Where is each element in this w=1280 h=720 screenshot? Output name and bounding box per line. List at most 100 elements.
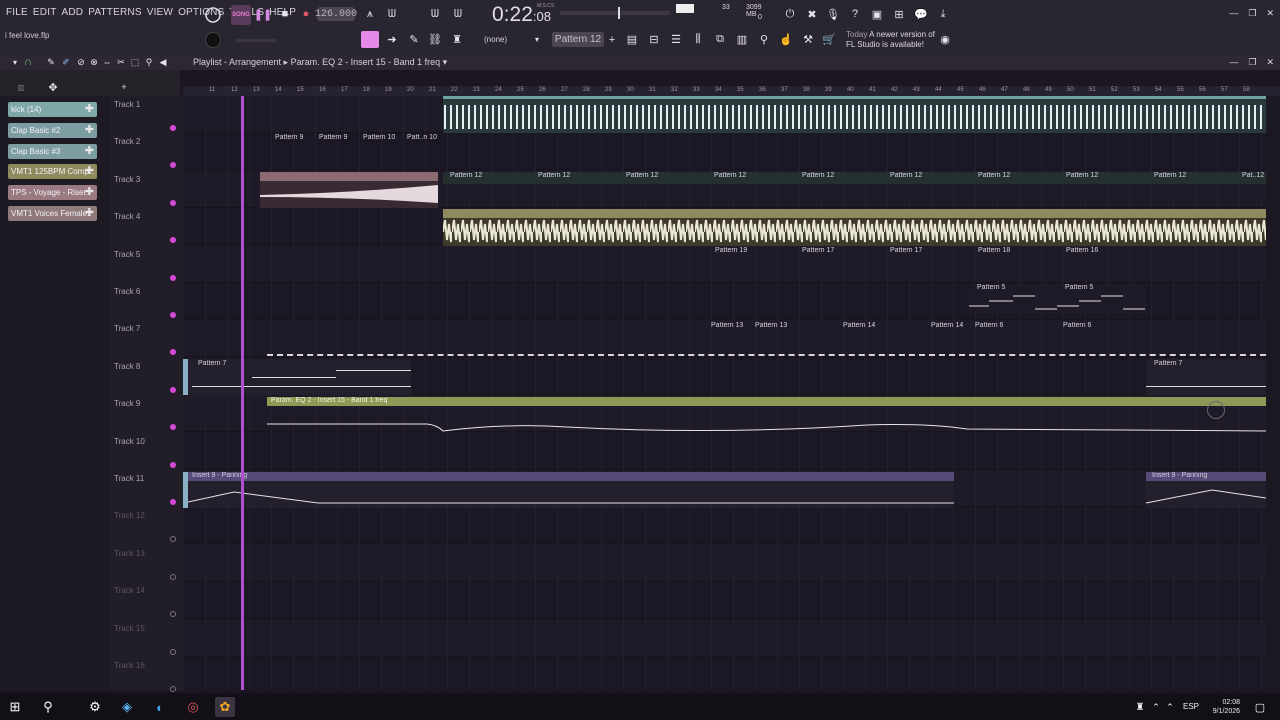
- paint-tool-icon[interactable]: ✐: [60, 56, 72, 68]
- clip-pattern7-b[interactable]: Pattern 7: [1146, 359, 1266, 395]
- draw-tool-icon[interactable]: ✎: [45, 56, 57, 68]
- track-label[interactable]: Track 9: [114, 399, 140, 408]
- playlist-minimize-icon[interactable]: —: [1229, 57, 1238, 68]
- track-label[interactable]: Track 2: [114, 137, 140, 146]
- track2-clips[interactable]: Pattern 9 Pattern 9 Pattern 10 Patt..n 1…: [267, 134, 1266, 146]
- master-pitch-slider[interactable]: [236, 39, 276, 42]
- track-mute-dot[interactable]: [170, 536, 176, 543]
- track-mute-dot[interactable]: [170, 461, 176, 468]
- channel-rack-icon[interactable]: ⊟: [647, 32, 661, 47]
- windows-start-icon[interactable]: ⊞: [5, 697, 25, 717]
- mute-tool-icon[interactable]: ⊗: [88, 56, 100, 68]
- track-label[interactable]: Track 4: [114, 212, 140, 221]
- search-icon[interactable]: ⚲: [38, 697, 58, 717]
- notifications-icon[interactable]: ▢: [1250, 697, 1270, 717]
- track-lane[interactable]: [183, 544, 1266, 582]
- edge-icon[interactable]: ◐: [150, 697, 170, 717]
- track3-pattern-clips[interactable]: Pattern 12 Pattern 12 Pattern 12 Pattern…: [443, 172, 1266, 184]
- track7-clips[interactable]: Pattern 13 Pattern 13 Pattern 14 Pattern…: [267, 322, 1266, 334]
- track-lane[interactable]: [183, 657, 1266, 690]
- track-lane[interactable]: [183, 507, 1266, 545]
- track-lane[interactable]: [183, 582, 1266, 620]
- countdown-icon[interactable]: ᗯ: [426, 5, 444, 23]
- mixer-view-icon[interactable]: ⫼: [691, 32, 705, 47]
- magnet-icon[interactable]: ∩: [22, 56, 34, 68]
- arrow-right-icon[interactable]: ➜: [385, 32, 399, 47]
- track-label[interactable]: Track 6: [114, 287, 140, 296]
- minimize-icon[interactable]: —: [1229, 8, 1238, 19]
- track-mute-dot[interactable]: [170, 499, 176, 505]
- add-icon[interactable]: ✚: [85, 206, 94, 219]
- track-mute-dot[interactable]: [170, 424, 176, 431]
- track5-clips[interactable]: Pattern 19 Pattern 17 Pattern 17 Pattern…: [619, 247, 1266, 259]
- stop-icon[interactable]: ■: [278, 6, 292, 22]
- add-icon[interactable]: ✚: [85, 185, 94, 198]
- track-mute-dot[interactable]: [170, 274, 176, 281]
- add-icon[interactable]: ✚: [85, 102, 94, 115]
- add-track-icon[interactable]: +: [118, 82, 130, 92]
- settings-icon[interactable]: ⚙: [85, 697, 105, 717]
- track-label[interactable]: Track 16: [114, 661, 145, 670]
- track-mute-dot[interactable]: [170, 237, 176, 244]
- playback-tool-icon[interactable]: ◀: [157, 56, 169, 68]
- add-pattern-icon[interactable]: +: [606, 32, 618, 47]
- channel-clip-2[interactable]: Clap Basic #3 ✚: [8, 144, 97, 159]
- slice-tool-icon[interactable]: ✂: [115, 56, 127, 68]
- playlist-breadcrumb[interactable]: Param. EQ 2 - Insert 15 - Band 1 freq: [291, 57, 441, 67]
- track-label[interactable]: Track 8: [114, 362, 140, 371]
- track-label[interactable]: Track 12: [114, 511, 145, 520]
- pencil-icon[interactable]: ✎: [407, 32, 421, 47]
- track-label[interactable]: Track 7: [114, 324, 140, 333]
- track-label[interactable]: Track 13: [114, 549, 145, 558]
- language-indicator[interactable]: ESP: [1183, 702, 1199, 711]
- track-lane[interactable]: [183, 433, 1266, 470]
- steam-icon[interactable]: ◈: [117, 697, 137, 717]
- shop-icon[interactable]: 🛒: [822, 32, 836, 47]
- menu-edit[interactable]: EDIT: [33, 7, 57, 18]
- move-icon[interactable]: ✥: [46, 81, 60, 94]
- fl-logo-icon[interactable]: ◉: [938, 32, 952, 47]
- track-label[interactable]: Track 10: [114, 437, 145, 446]
- update-notice[interactable]: Today A newer version of FL Studio is av…: [846, 30, 935, 50]
- menu-file[interactable]: FILE: [6, 7, 28, 18]
- metronome-icon[interactable]: ⩚: [362, 5, 378, 23]
- track-mute-dot[interactable]: [170, 686, 176, 692]
- track6-clips[interactable]: Pattern 5 Pattern 5: [969, 284, 1146, 314]
- wait-input-icon[interactable]: ᗯ: [383, 5, 401, 23]
- clip-kick[interactable]: [443, 96, 1266, 133]
- plugin-picker-icon[interactable]: ⚲: [757, 32, 771, 47]
- playlist-icon[interactable]: ▤: [625, 32, 639, 47]
- track-lane[interactable]: [183, 619, 1266, 657]
- pause-icon[interactable]: ❚❚: [254, 6, 272, 22]
- playlist-options-icon[interactable]: ▾: [10, 56, 20, 68]
- pat-song-toggle[interactable]: SONG: [231, 5, 251, 25]
- track-label[interactable]: Track 11: [114, 474, 144, 483]
- download-icon[interactable]: ⤓: [935, 5, 951, 23]
- main-pitch-knob[interactable]: [205, 32, 221, 48]
- chat-icon[interactable]: 💬: [913, 5, 929, 23]
- zoom-tool-icon[interactable]: ⚲: [143, 56, 155, 68]
- tempo-display[interactable]: 126.000: [315, 7, 357, 21]
- delete-tool-icon[interactable]: ⊘: [75, 56, 87, 68]
- track-mute-dot[interactable]: [170, 125, 176, 131]
- channel-clip-4[interactable]: TPS - Voyage - Riser.. ✚: [8, 185, 97, 200]
- plugin-db-icon[interactable]: ▥: [735, 32, 749, 47]
- power-icon[interactable]: ⏻: [782, 5, 798, 23]
- add-icon[interactable]: ✚: [85, 144, 94, 157]
- chrome-icon[interactable]: ◎: [183, 697, 203, 717]
- fl-studio-taskbar-icon[interactable]: ✿: [215, 697, 235, 717]
- mixer-icon[interactable]: ⊞: [891, 5, 907, 23]
- track-mute-dot[interactable]: [170, 162, 176, 169]
- add-icon[interactable]: ✚: [85, 164, 94, 177]
- menu-patterns[interactable]: PATTERNS: [88, 7, 141, 18]
- snap-dropdown-icon[interactable]: ▾: [531, 32, 543, 47]
- menu-add[interactable]: ADD: [62, 7, 84, 18]
- master-volume-slider[interactable]: [560, 7, 670, 19]
- clip-vmt1-loop[interactable]: V..10: [443, 209, 1266, 246]
- track-label[interactable]: Track 3: [114, 175, 140, 184]
- clock[interactable]: 02:08 9/1/2026: [1213, 698, 1240, 716]
- select-tool-icon[interactable]: ⬚: [129, 56, 141, 68]
- playlist-restore-icon[interactable]: ❐: [1248, 57, 1256, 68]
- track-mute-dot[interactable]: [170, 648, 176, 655]
- track-mute-dot[interactable]: [170, 199, 176, 206]
